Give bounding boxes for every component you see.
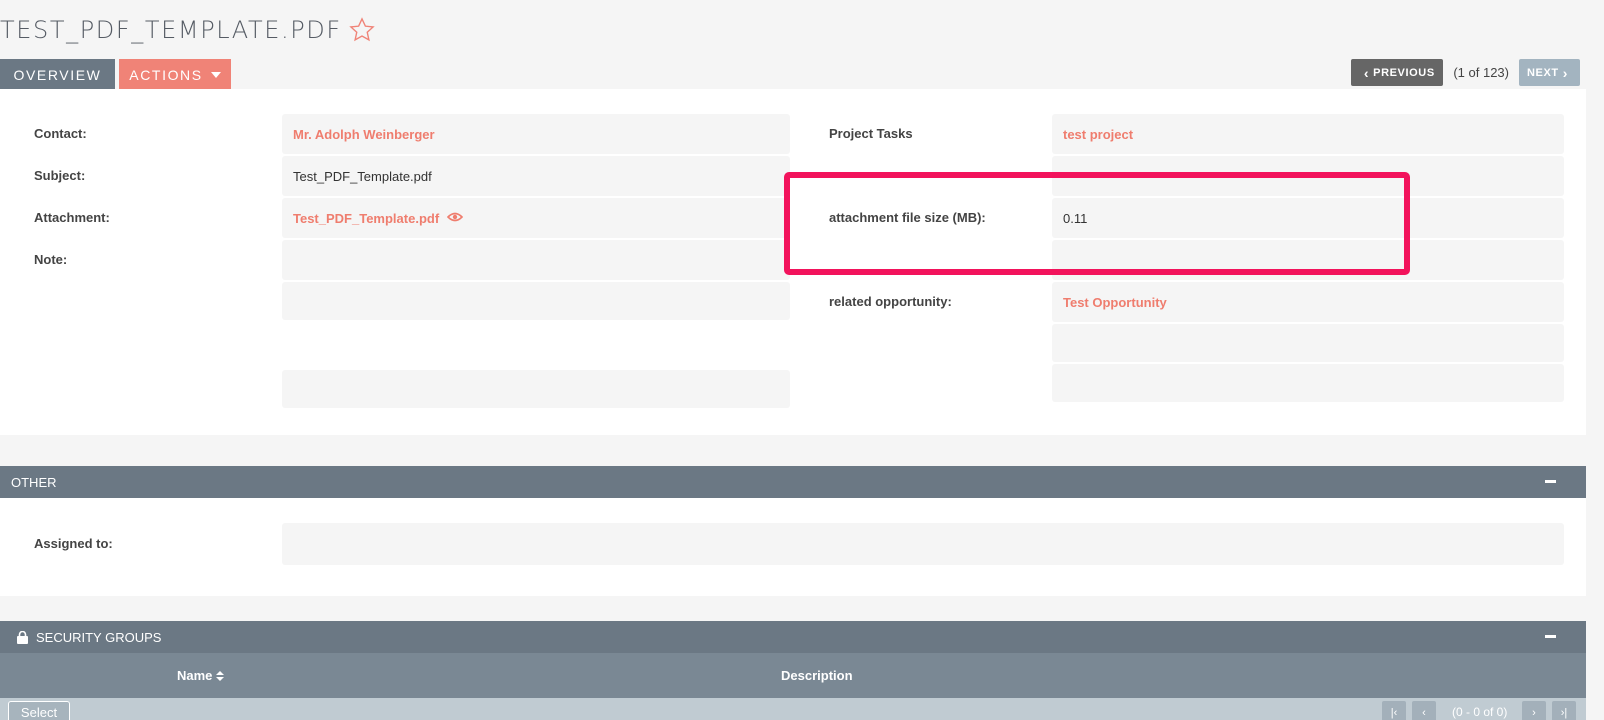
next-label: NEXT <box>1526 66 1559 79</box>
subject-value: Test_PDF_Template.pdf <box>282 156 790 196</box>
attachment-value: Test_PDF_Template.pdf <box>282 198 790 238</box>
attachment-link[interactable]: Test_PDF_Template.pdf <box>293 211 439 226</box>
column-name[interactable]: Name <box>177 668 225 683</box>
empty-field <box>282 370 790 408</box>
next-page-button[interactable]: › <box>1522 701 1546 720</box>
assigned-to-label: Assigned to: <box>34 536 113 551</box>
last-page-icon: ›| <box>1560 707 1568 719</box>
related-opportunity-value: Test Opportunity <box>1052 282 1564 322</box>
sort-icon[interactable] <box>215 670 225 682</box>
empty-field <box>1052 324 1564 362</box>
related-opportunity-label: related opportunity: <box>829 294 952 309</box>
page-title: TEST_PDF_TEMPLATE.PDF <box>0 16 342 44</box>
collapse-icon[interactable] <box>1545 635 1556 638</box>
security-groups-title: SECURITY GROUPS <box>36 629 162 645</box>
page-range-text: (0 - 0 of 0) <box>1452 705 1508 719</box>
actions-dropdown[interactable]: ACTIONS <box>119 59 231 90</box>
note-label: Note: <box>34 252 68 267</box>
security-groups-header[interactable]: SECURITY GROUPS <box>0 621 1586 653</box>
subject-text: Test_PDF_Template.pdf <box>293 168 432 184</box>
title-row: TEST_PDF_TEMPLATE.PDF <box>0 12 376 48</box>
note-value <box>282 240 790 280</box>
tab-overview[interactable]: OVERVIEW <box>0 59 115 90</box>
contact-link[interactable]: Mr. Adolph Weinberger <box>293 127 435 142</box>
subject-label: Subject: <box>34 168 86 183</box>
first-page-button[interactable]: |‹ <box>1382 701 1406 720</box>
chevron-left-icon: ‹ <box>1363 64 1370 81</box>
column-description-label: Description <box>781 668 853 683</box>
other-section-title: OTHER <box>11 474 57 490</box>
table-header: Name Description <box>0 653 1586 698</box>
assigned-to-value <box>282 523 1564 565</box>
empty-field <box>282 282 790 320</box>
next-button[interactable]: NEXT › <box>1519 59 1580 86</box>
column-name-label: Name <box>177 668 213 683</box>
record-pager: ‹ PREVIOUS (1 of 123) NEXT › <box>1351 59 1580 86</box>
highlight-box <box>784 172 1410 275</box>
last-page-button[interactable]: ›| <box>1552 701 1576 720</box>
chevron-right-icon: › <box>1562 64 1568 81</box>
chevron-right-icon: › <box>1532 707 1536 719</box>
empty-field <box>1052 364 1564 402</box>
record-count: (1 of 123) <box>1453 65 1509 80</box>
previous-label: PREVIOUS <box>1373 66 1435 79</box>
attachment-label: Attachment: <box>34 210 110 225</box>
other-panel: Assigned to: <box>0 498 1586 596</box>
table-footer: Select |‹ ‹ (0 - 0 of 0) › ›| <box>0 698 1586 720</box>
prev-page-button[interactable]: ‹ <box>1412 701 1436 720</box>
first-page-icon: |‹ <box>1390 707 1398 719</box>
tab-bar: OVERVIEW ACTIONS <box>0 59 231 90</box>
chevron-left-icon: ‹ <box>1422 707 1426 719</box>
project-tasks-link[interactable]: test project <box>1063 127 1133 142</box>
eye-icon[interactable] <box>447 211 464 226</box>
project-tasks-value: test project <box>1052 114 1564 154</box>
other-section-header[interactable]: OTHER <box>0 466 1586 498</box>
lock-icon <box>17 630 28 644</box>
actions-label: ACTIONS <box>129 66 203 83</box>
select-button[interactable]: Select <box>8 701 70 720</box>
contact-label: Contact: <box>34 126 87 141</box>
star-icon[interactable] <box>348 16 376 44</box>
caret-down-icon <box>210 71 221 78</box>
related-opportunity-link[interactable]: Test Opportunity <box>1063 295 1167 310</box>
tab-overview-label: OVERVIEW <box>13 66 102 83</box>
collapse-icon[interactable] <box>1545 480 1556 483</box>
previous-button[interactable]: ‹ PREVIOUS <box>1351 59 1444 86</box>
select-label: Select <box>20 704 58 720</box>
contact-value[interactable]: Mr. Adolph Weinberger <box>282 114 790 154</box>
project-tasks-label: Project Tasks <box>829 126 913 141</box>
